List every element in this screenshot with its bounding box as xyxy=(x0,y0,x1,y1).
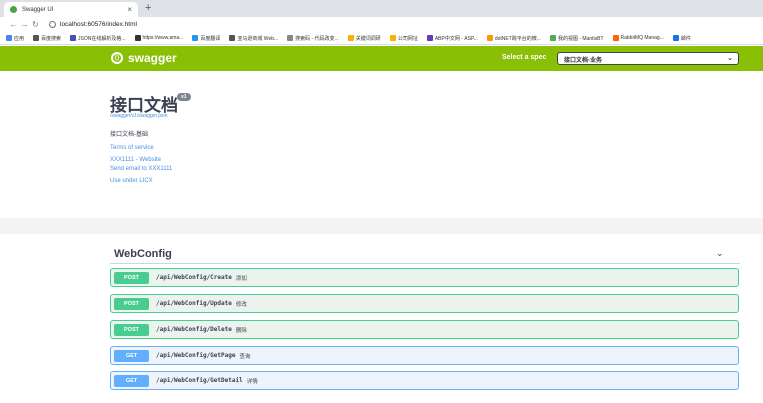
bookmark-icon xyxy=(347,35,354,41)
swagger-brand[interactable]: {} swagger xyxy=(111,51,177,65)
method-badge: POST xyxy=(114,271,149,284)
method-badge: GET xyxy=(114,349,149,362)
operation-row[interactable]: POST/api/WebConfig/Create 添加 xyxy=(110,268,739,287)
bookmark-icon xyxy=(486,35,493,41)
section-underline xyxy=(110,263,740,264)
spec-select-value: 接口文档-业务 xyxy=(564,58,602,64)
operation-path: /api/WebConfig/GetPage xyxy=(156,352,236,359)
swagger-logo-icon: {} xyxy=(111,52,123,64)
operation-summary: 修改 xyxy=(235,301,247,308)
bookmark-label: 亚马逊商城 Web... xyxy=(237,35,279,42)
method-badge: POST xyxy=(114,297,149,310)
bookmark-icon xyxy=(672,35,679,41)
bookmark-label: 搜索码 - 代码改变... xyxy=(295,35,339,42)
address-bar[interactable]: localhost:60576/index.html xyxy=(49,21,137,28)
operation-summary: 删除 xyxy=(235,327,247,334)
bookmarks-bar: 应用 百度搜索 JSON在线解析及格... https://www.ama... 百度翻… xyxy=(0,32,763,45)
version-badge: v1 xyxy=(177,93,191,101)
bookmark-label: dotNET跨平台的微... xyxy=(494,35,541,42)
operation-path: /api/WebConfig/Update xyxy=(156,300,232,307)
section-title[interactable]: WebConfig xyxy=(114,248,172,260)
bookmark-label: ABP中文网 - ASP... xyxy=(434,35,478,42)
terms-link[interactable]: Terms of service xyxy=(110,145,154,151)
operation-row[interactable]: GET/api/WebConfig/GetPage 查询 xyxy=(110,346,739,365)
bookmark-item[interactable]: 搜索码 - 代码改变... xyxy=(287,35,339,42)
operation-path: /api/WebConfig/GetDetail xyxy=(156,377,243,384)
bookmark-icon xyxy=(426,35,433,41)
method-badge: POST xyxy=(114,323,149,336)
bookmark-icon xyxy=(549,35,556,41)
spec-label: Select a spec xyxy=(502,54,547,61)
bookmark-item[interactable]: 公司网址 xyxy=(389,35,418,42)
back-arrow-icon[interactable]: ← xyxy=(8,20,19,29)
bookmark-icon xyxy=(192,35,199,41)
bookmark-item[interactable]: 我的视图 - MantisBT xyxy=(549,35,604,42)
reload-icon[interactable]: ↻ xyxy=(30,20,41,29)
bookmark-item[interactable]: 邮件 xyxy=(672,35,691,42)
swagger-favicon-icon xyxy=(10,6,17,13)
bookmark-label: 公司网址 xyxy=(397,35,418,42)
bookmark-icon xyxy=(6,35,12,41)
bookmark-item[interactable]: RabbitMQ Manag... xyxy=(612,35,664,41)
bookmark-icon xyxy=(287,35,294,41)
operation-row[interactable]: GET/api/WebConfig/GetDetail 详情 xyxy=(110,371,739,390)
bookmark-label: 百度翻译 xyxy=(200,35,221,42)
method-badge: GET xyxy=(114,374,149,387)
bookmark-icon xyxy=(229,35,236,41)
swagger-json-link[interactable]: /swagger/v1/swagger.json xyxy=(110,113,168,119)
bookmark-item[interactable]: ABP中文网 - ASP... xyxy=(426,35,478,42)
bookmark-label: RabbitMQ Manag... xyxy=(620,35,664,41)
chevron-down-icon: ⌄ xyxy=(727,55,733,62)
address-url: localhost:60576/index.html xyxy=(60,21,137,28)
tab-title: Swagger UI xyxy=(22,6,54,13)
bookmark-item[interactable]: 亚马逊商城 Web... xyxy=(229,35,278,42)
bookmark-icon xyxy=(389,35,396,41)
bookmark-item[interactable]: 关键词调研 xyxy=(347,35,381,42)
email-link[interactable]: Send email to XXX1111 xyxy=(110,166,172,172)
operation-row[interactable]: POST/api/WebConfig/Update 修改 xyxy=(110,294,739,313)
license-link[interactable]: Use under LICX xyxy=(110,178,153,184)
operation-summary: 添加 xyxy=(235,275,247,282)
spec-select[interactable]: 接口文档-业务 ⌄ xyxy=(557,52,739,65)
bookmark-label: 我的视图 - MantisBT xyxy=(557,35,604,42)
website-link[interactable]: XXX1111 - Website xyxy=(110,157,161,163)
bookmark-item[interactable]: 百度翻译 xyxy=(192,35,220,42)
section-divider xyxy=(0,218,763,234)
bookmark-label: JSON在线解析及格... xyxy=(78,35,126,42)
operation-summary: 详情 xyxy=(246,378,258,385)
bookmark-item[interactable]: 百度搜索 xyxy=(33,35,61,42)
bookmark-item[interactable]: https://www.ama... xyxy=(134,35,184,41)
operation-row[interactable]: POST/api/WebConfig/Delete 删除 xyxy=(110,320,739,339)
bookmark-label: https://www.ama... xyxy=(142,35,184,41)
swagger-topbar: {} swagger Select a spec 接口文档-业务 ⌄ xyxy=(0,46,763,71)
new-tab-button[interactable]: + xyxy=(145,2,151,15)
bookmark-icon xyxy=(612,35,619,41)
operation-path: /api/WebConfig/Create xyxy=(156,274,232,281)
bookmark-label: 关键词调研 xyxy=(355,35,381,42)
bookmark-label: 百度搜索 xyxy=(41,35,62,42)
bookmark-icon xyxy=(33,35,40,41)
collapse-chevron-icon[interactable]: ⌄ xyxy=(716,248,724,259)
browser-tab[interactable]: Swagger UI × xyxy=(4,2,138,17)
operation-path: /api/WebConfig/Delete xyxy=(156,326,232,333)
bookmark-item[interactable]: JSON在线解析及格... xyxy=(70,35,126,42)
bookmark-item[interactable]: dotNET跨平台的微... xyxy=(486,35,541,42)
tab-close-icon[interactable]: × xyxy=(127,5,132,14)
browser-toolbar: ← → ↻ localhost:60576/index.html xyxy=(0,17,763,32)
bookmark-icon xyxy=(134,35,141,41)
bookmark-icon xyxy=(70,35,77,41)
bookmark-label: 应用 xyxy=(14,35,25,42)
api-description: 接口文档-基础 xyxy=(110,132,148,138)
site-info-icon[interactable] xyxy=(49,21,56,28)
forward-arrow-icon[interactable]: → xyxy=(19,20,30,29)
bookmark-label: 邮件 xyxy=(680,35,691,42)
bookmark-item[interactable]: 应用 xyxy=(6,35,24,42)
brand-name: swagger xyxy=(128,51,177,65)
operation-summary: 查询 xyxy=(239,353,251,360)
browser-tab-strip: Swagger UI × + xyxy=(0,0,763,17)
